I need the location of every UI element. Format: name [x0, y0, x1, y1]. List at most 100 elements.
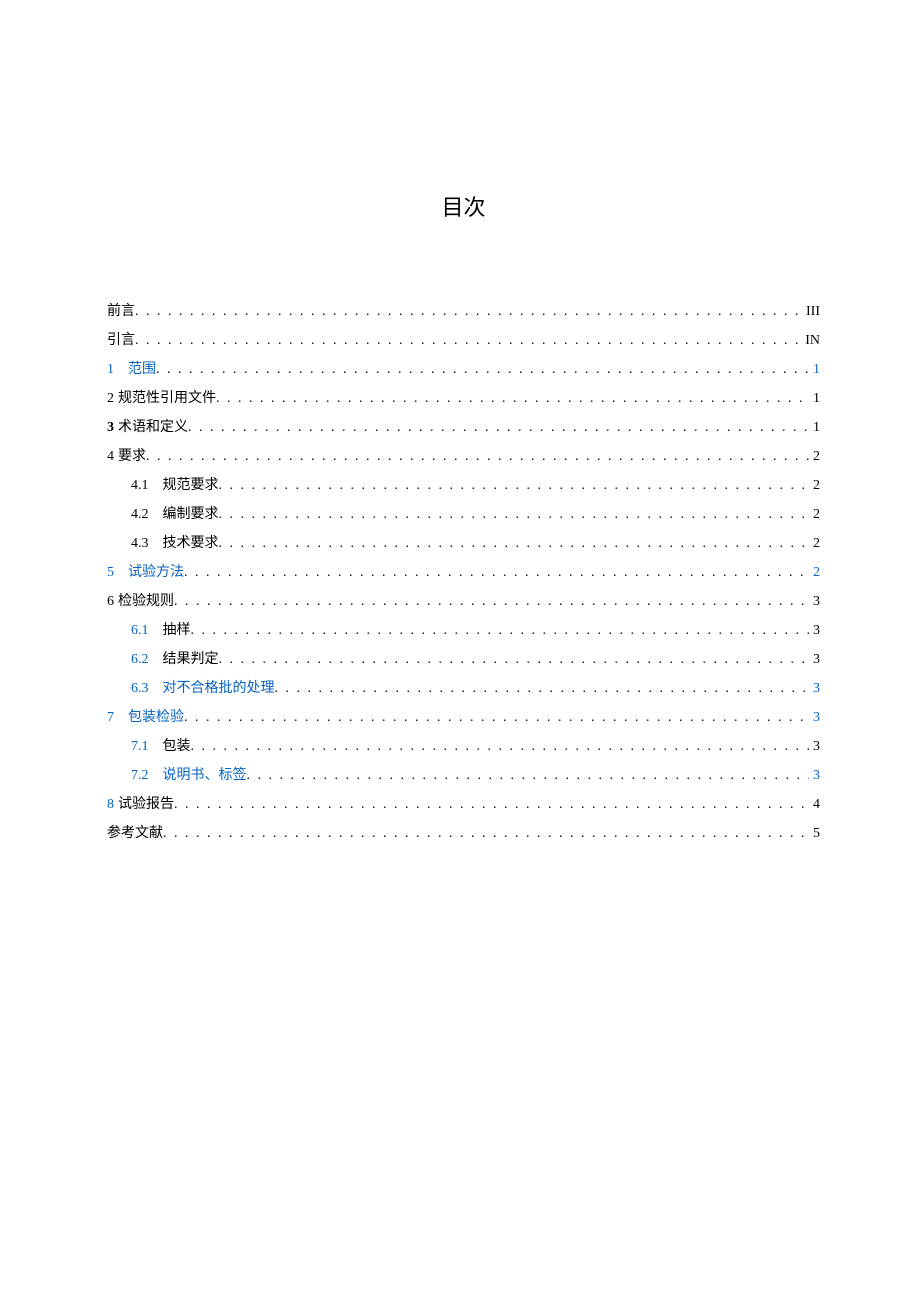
toc-entry-text: 包装: [163, 732, 191, 761]
toc-leader-dots: [135, 326, 801, 355]
toc-entry-text: 说明书、标签: [163, 761, 247, 790]
toc-entry: 3术语和定义 1: [107, 413, 820, 442]
toc-entry-page: 5: [809, 819, 820, 848]
toc-entry: 7.2说明书、标签 3: [107, 761, 820, 790]
toc-entry-page: 1: [809, 413, 820, 442]
toc-entry-label[interactable]: 6.3 对不合格批的处理: [131, 674, 275, 703]
toc-entry-text: 编制要求: [163, 500, 219, 529]
toc-entry: 1范围1: [107, 355, 820, 384]
toc-entry-page: 2: [809, 471, 820, 500]
toc-entry-text: 规范性引用文件: [118, 384, 216, 413]
toc-entry-number: 1: [107, 355, 114, 384]
toc-leader-dots: [219, 529, 810, 558]
toc-entry-page: III: [802, 297, 820, 326]
toc-leader-dots: [191, 616, 810, 645]
toc-entry-page: 3: [809, 587, 820, 616]
toc-entry: 参考文献 5: [107, 819, 820, 848]
toc-entry-label: 参考文献: [107, 819, 163, 848]
toc-entry: 6.2结果判定 3: [107, 645, 820, 674]
toc-entry-page: 3: [809, 703, 820, 732]
toc-entry: 2规范性引用文件 1: [107, 384, 820, 413]
toc-leader-dots: [219, 645, 810, 674]
toc-entry-page: 3: [809, 616, 820, 645]
toc-entry-label: 4要求: [107, 442, 146, 471]
toc-entry-page: 2: [809, 529, 820, 558]
toc-list: 前言III引言IN1范围12规范性引用文件13术语和定义14要求24.1规范要求…: [107, 297, 820, 848]
toc-entry-label[interactable]: 6.1 抽样: [131, 616, 191, 645]
toc-entry-text: 技术要求: [163, 529, 219, 558]
toc-entry-page: 3: [809, 732, 820, 761]
toc-entry-number: 6.1: [131, 616, 149, 645]
toc-entry-label: 引言: [107, 326, 135, 355]
toc-entry-label[interactable]: 1范围: [107, 355, 156, 384]
toc-entry-label: 2规范性引用文件: [107, 384, 216, 413]
toc-entry-label: 6检验规则: [107, 587, 174, 616]
toc-entry-page: 3: [809, 674, 820, 703]
toc-entry-number: 4.3: [131, 529, 149, 558]
toc-leader-dots: [191, 732, 810, 761]
toc-entry-text: 抽样: [163, 616, 191, 645]
toc-entry-number: 4: [107, 442, 114, 471]
toc-entry: 7.1 包装 3: [107, 732, 820, 761]
toc-entry-number: 4.2: [131, 500, 149, 529]
toc-entry-number: 4.1: [131, 471, 149, 500]
toc-entry-page: 3: [809, 761, 820, 790]
toc-entry-label[interactable]: 7.1 包装: [131, 732, 191, 761]
toc-entry-text: 术语和定义: [118, 413, 188, 442]
toc-entry: 前言 III: [107, 297, 820, 326]
toc-leader-dots: [216, 384, 809, 413]
toc-leader-dots: [163, 819, 809, 848]
toc-entry: 6.3 对不合格批的处理 3: [107, 674, 820, 703]
toc-entry-text: 规范要求: [163, 471, 219, 500]
toc-entry-label[interactable]: 7.2说明书、标签: [131, 761, 247, 790]
toc-entry-label: 4.3 技术要求: [131, 529, 219, 558]
toc-entry-page: 1: [809, 355, 820, 384]
toc-entry: 4.3 技术要求 2: [107, 529, 820, 558]
toc-leader-dots: [247, 761, 810, 790]
toc-entry-text: 检验规则: [118, 587, 174, 616]
toc-leader-dots: [219, 471, 810, 500]
toc-entry: 8试验报告 4: [107, 790, 820, 819]
toc-entry-text: 包装检验: [128, 703, 184, 732]
toc-entry-label[interactable]: 5试验方法: [107, 558, 184, 587]
toc-entry: 6.1 抽样 3: [107, 616, 820, 645]
toc-entry-number: 6.3: [131, 674, 149, 703]
toc-entry-page: 4: [809, 790, 820, 819]
toc-entry-number: 6: [107, 587, 114, 616]
toc-entry: 5试验方法 2: [107, 558, 820, 587]
toc-leader-dots: [184, 703, 809, 732]
toc-entry-number: 7: [107, 703, 114, 732]
toc-entry-text: 对不合格批的处理: [163, 674, 275, 703]
toc-entry-label[interactable]: 7 包装检验: [107, 703, 184, 732]
toc-entry-page: 2: [809, 558, 820, 587]
toc-title: 目次: [107, 190, 820, 222]
toc-leader-dots: [146, 442, 809, 471]
toc-leader-dots: [174, 790, 809, 819]
toc-entry-page: 1: [809, 384, 820, 413]
toc-entry-page: 3: [809, 645, 820, 674]
toc-entry-number: 7.1: [131, 732, 149, 761]
toc-entry-text: 试验报告: [118, 790, 174, 819]
toc-entry: 4要求 2: [107, 442, 820, 471]
toc-entry-text: 参考文献: [107, 819, 163, 848]
toc-entry-text: 试验方法: [128, 558, 184, 587]
toc-entry: 7 包装检验 3: [107, 703, 820, 732]
toc-entry-number: 2: [107, 384, 114, 413]
toc-entry-page: IN: [801, 326, 820, 355]
toc-leader-dots: [174, 587, 809, 616]
toc-entry-label: 4.1 规范要求: [131, 471, 219, 500]
toc-entry-label[interactable]: 8试验报告: [107, 790, 174, 819]
toc-entry-number: 3: [107, 413, 114, 442]
toc-entry-label: 4.2 编制要求: [131, 500, 219, 529]
toc-entry-text: 引言: [107, 326, 135, 355]
toc-entry-number: 8: [107, 790, 114, 819]
toc-entry-label[interactable]: 6.2结果判定: [131, 645, 219, 674]
toc-entry-label: 3术语和定义: [107, 413, 188, 442]
toc-entry-text: 要求: [118, 442, 146, 471]
toc-entry-page: 2: [809, 500, 820, 529]
toc-entry-label: 前言: [107, 297, 135, 326]
toc-entry: 引言 IN: [107, 326, 820, 355]
toc-entry: 4.1 规范要求 2: [107, 471, 820, 500]
toc-entry-page: 2: [809, 442, 820, 471]
toc-entry-text: 结果判定: [163, 645, 219, 674]
